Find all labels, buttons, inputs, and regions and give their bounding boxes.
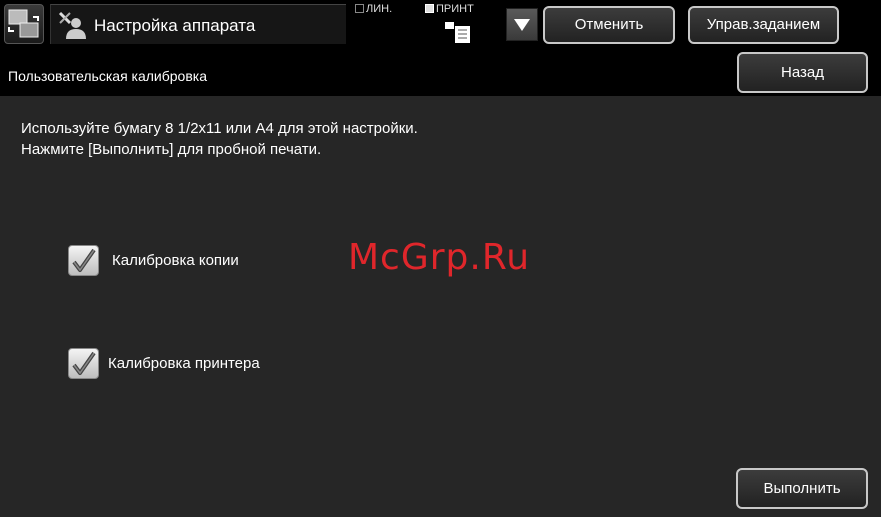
- settings-person-icon: [58, 11, 86, 39]
- status-line: ЛИН.: [355, 3, 392, 15]
- printer-calibration-label: Калибровка принтера: [108, 355, 260, 372]
- instructions: Используйте бумагу 8 1/2x11 или A4 для э…: [21, 118, 418, 160]
- checkmark-icon: [72, 248, 96, 272]
- status-print: ПРИНТ: [425, 3, 474, 15]
- print-status-indicator: [425, 4, 434, 13]
- copy-calibration-option[interactable]: Калибровка копии: [68, 245, 239, 276]
- copy-calibration-checkbox[interactable]: [68, 245, 99, 276]
- watermark: McGrp.Ru: [348, 237, 531, 278]
- title-box: Настройка аппарата: [50, 4, 346, 44]
- execute-button[interactable]: Выполнить: [736, 468, 868, 509]
- job-status-dropdown-button[interactable]: [506, 8, 538, 41]
- cancel-button[interactable]: Отменить: [543, 6, 675, 44]
- header-bar: Настройка аппарата ЛИН. ПРИНТ Отменить У…: [0, 0, 881, 48]
- screen: Настройка аппарата ЛИН. ПРИНТ Отменить У…: [0, 0, 881, 517]
- line-status-indicator: [355, 4, 364, 13]
- instruction-line-1: Используйте бумагу 8 1/2x11 или A4 для э…: [21, 120, 418, 137]
- printer-calibration-checkbox[interactable]: [68, 348, 99, 379]
- job-status-button[interactable]: Управ.заданием: [688, 6, 839, 44]
- mode-switch-button[interactable]: [4, 4, 44, 44]
- page-title: Настройка аппарата: [94, 16, 256, 35]
- print-job-icon: [445, 22, 470, 43]
- status-line-label: ЛИН.: [366, 3, 393, 15]
- chevron-down-icon: [514, 19, 530, 31]
- checkmark-icon: [72, 351, 96, 375]
- printer-calibration-option[interactable]: Калибровка принтера: [68, 348, 260, 379]
- section-title: Пользовательская калибровка: [8, 68, 207, 84]
- mode-switch-icon: [8, 9, 39, 38]
- status-print-label: ПРИНТ: [436, 3, 474, 15]
- instruction-line-2: Нажмите [Выполнить] для пробной печати.: [21, 141, 322, 158]
- back-button[interactable]: Назад: [737, 52, 868, 93]
- copy-calibration-label: Калибровка копии: [112, 252, 239, 269]
